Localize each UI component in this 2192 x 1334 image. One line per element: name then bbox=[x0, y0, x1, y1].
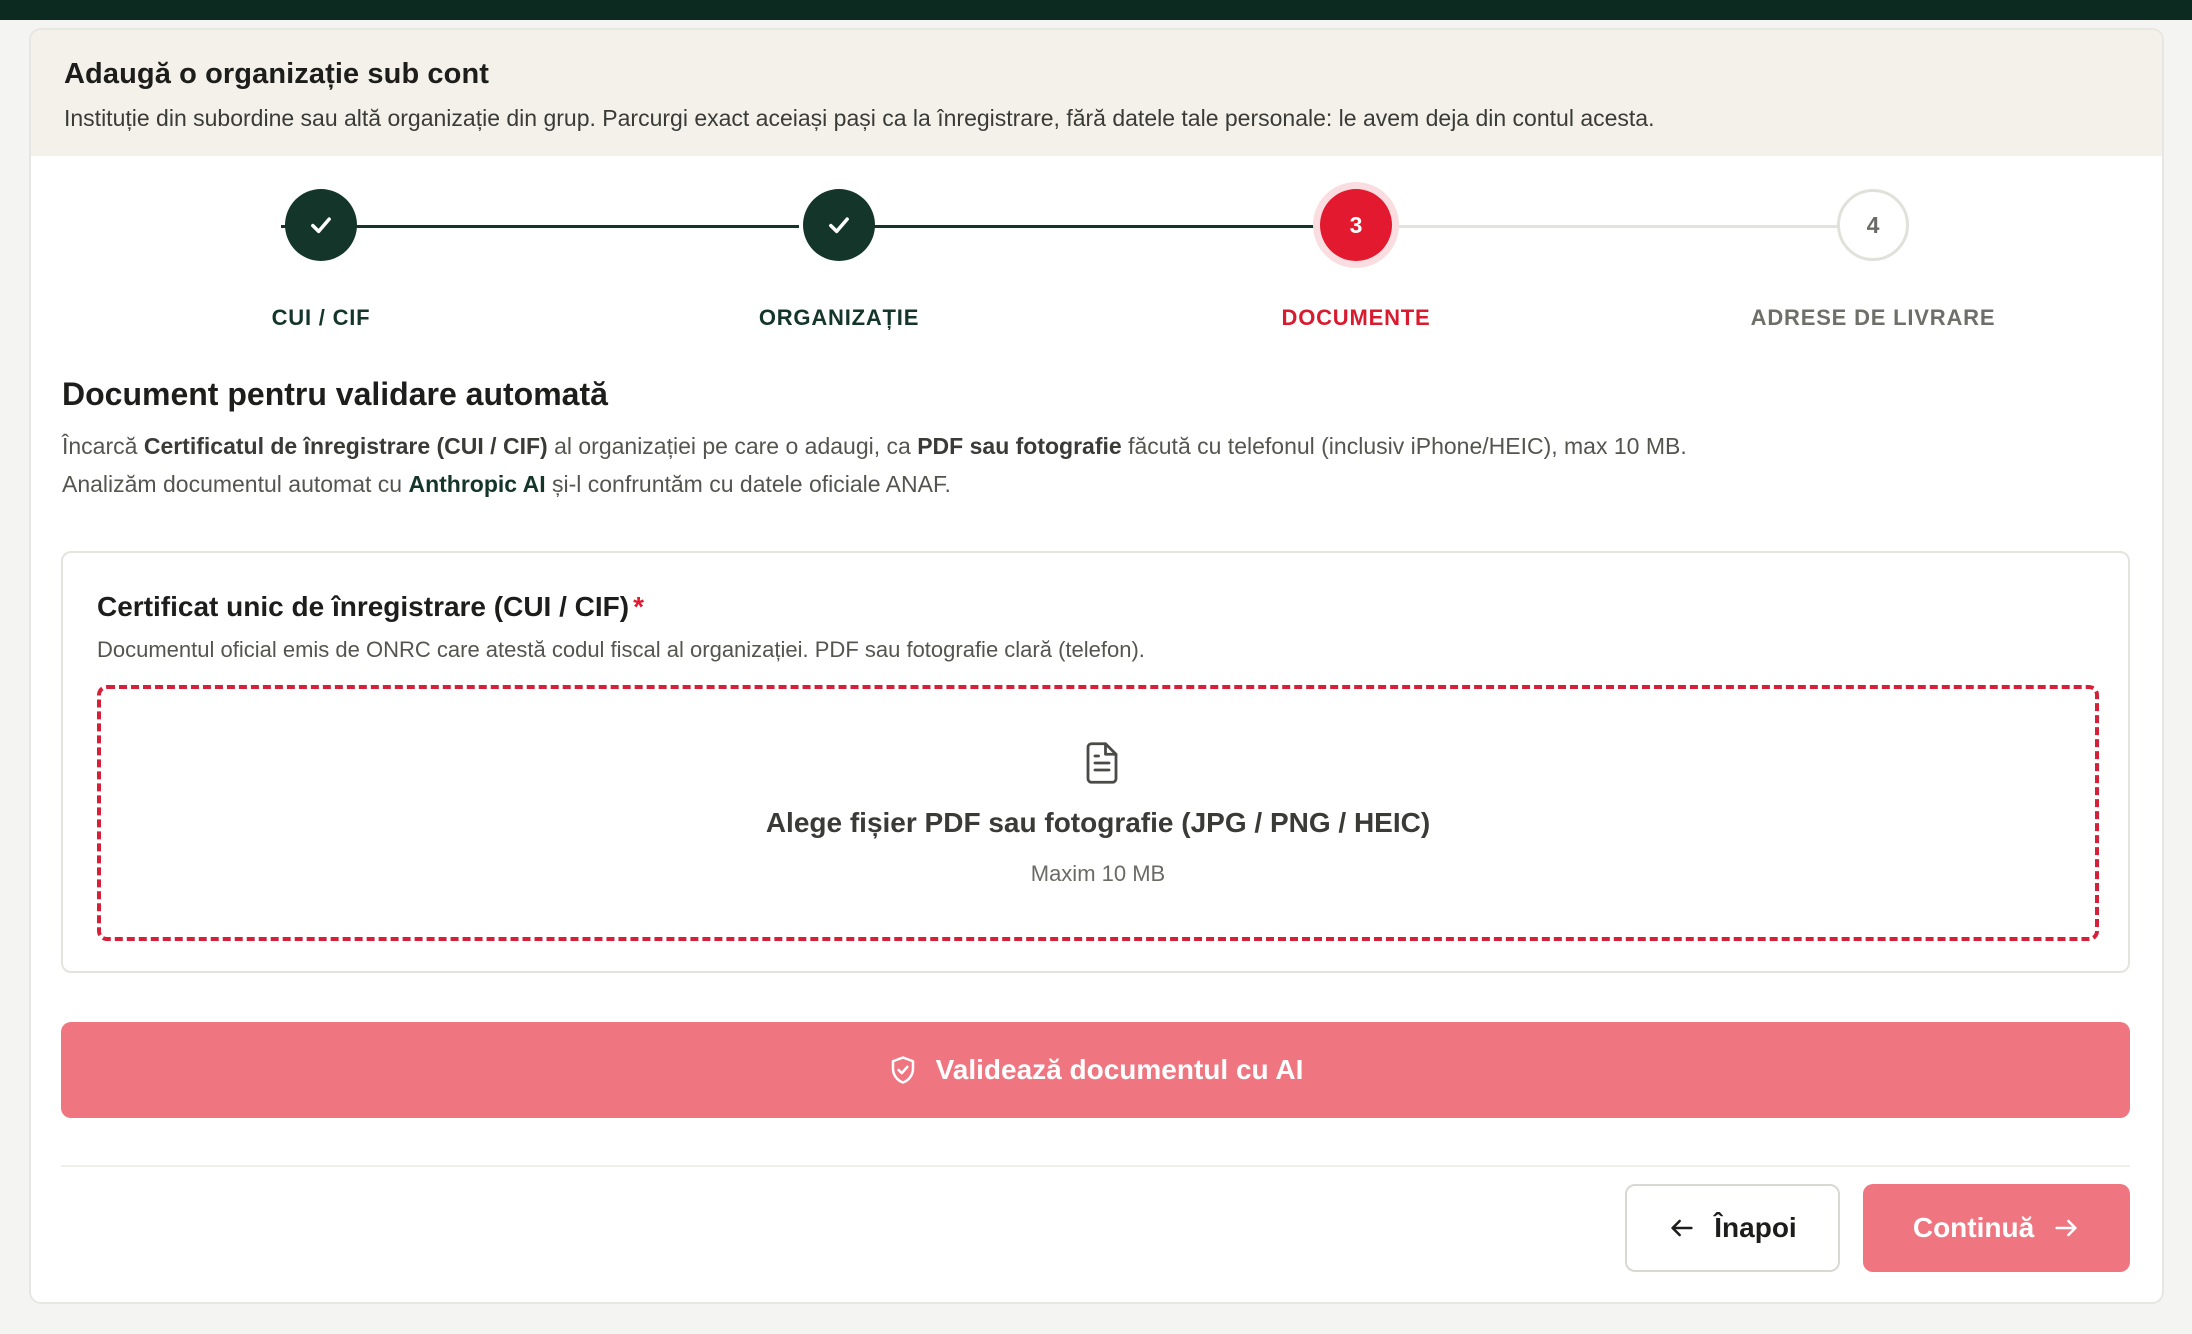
step-3-label: DOCUMENTE bbox=[1281, 305, 1431, 330]
section-description: Încarcă Certificatul de înregistrare (CU… bbox=[62, 427, 1687, 503]
file-dropzone[interactable]: Alege fișier PDF sau fotografie (JPG / P… bbox=[97, 685, 2099, 941]
footer-divider bbox=[61, 1165, 2130, 1167]
arrow-right-icon bbox=[2055, 1219, 2077, 1237]
section-title: Document pentru validare automată bbox=[62, 376, 608, 412]
dropzone-title: Alege fișier PDF sau fotografie (JPG / P… bbox=[765, 807, 1431, 838]
document-description: Documentul oficial emis de ONRC care ate… bbox=[97, 637, 1145, 662]
step-2-circle bbox=[803, 189, 875, 261]
section-line-2: Analizăm documentul automat cu Anthropic… bbox=[62, 471, 951, 497]
step-1-circle bbox=[285, 189, 357, 261]
step-connector-1 bbox=[281, 225, 799, 228]
continue-button[interactable]: Continuă bbox=[1863, 1184, 2130, 1272]
step-connector-2 bbox=[835, 225, 1353, 228]
section-line-1: Încarcă Certificatul de înregistrare (CU… bbox=[62, 433, 1687, 459]
arrow-left-icon bbox=[1671, 1219, 1693, 1237]
check-icon bbox=[829, 217, 849, 234]
validate-document-button[interactable]: Validează documentul cu AI bbox=[61, 1022, 2130, 1118]
step-3-circle: 3 bbox=[1320, 189, 1392, 261]
brand-name: Anthropic AI bbox=[408, 471, 546, 497]
dropzone-hint: Maxim 10 MB bbox=[1030, 861, 1166, 886]
back-button[interactable]: Înapoi bbox=[1625, 1184, 1840, 1272]
step-connector-3 bbox=[1389, 225, 1907, 228]
step-1-label: CUI / CIF bbox=[271, 305, 371, 330]
step-4-circle: 4 bbox=[1837, 189, 1909, 261]
stepper: CUI / CIF ORGANIZAȚIE 3 DOCUMENTE 4 ADRE… bbox=[31, 30, 2162, 350]
shield-check-icon bbox=[891, 1056, 914, 1084]
step-4-label: ADRESE DE LIVRARE bbox=[1750, 305, 1996, 330]
step-2-label: ORGANIZAȚIE bbox=[758, 305, 920, 330]
required-marker: * bbox=[633, 591, 645, 622]
file-text-icon bbox=[1086, 742, 1118, 784]
top-bar bbox=[0, 0, 2192, 20]
check-icon bbox=[311, 217, 331, 234]
document-title: Certificat unic de înregistrare (CUI / C… bbox=[97, 591, 645, 622]
document-upload-card: Certificat unic de înregistrare (CUI / C… bbox=[61, 551, 2130, 973]
